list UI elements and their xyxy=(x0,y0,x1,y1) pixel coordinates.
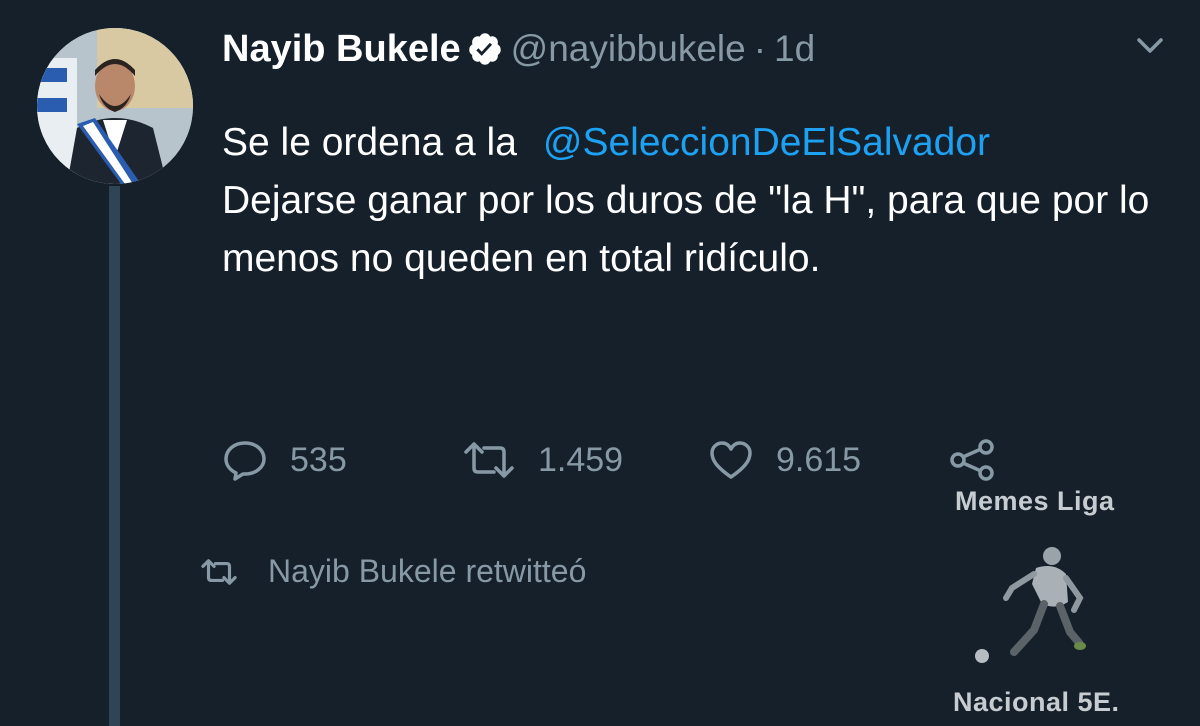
like-icon xyxy=(710,441,752,479)
tweet-header: Nayib Bukele @nayibbukele · 1d xyxy=(222,24,815,74)
avatar[interactable] xyxy=(37,28,193,184)
watermark-top-text: Memes Liga xyxy=(955,486,1115,516)
retweet-icon xyxy=(201,558,237,585)
watermark-bottom-text: Nacional 5E. xyxy=(953,687,1120,717)
retweet-icon xyxy=(464,442,514,478)
retweet-notice-label[interactable]: Nayib Bukele retwitteó xyxy=(268,553,586,590)
verified-badge-icon xyxy=(467,31,503,67)
thread-line xyxy=(109,186,120,726)
reply-button[interactable]: 535 xyxy=(222,436,347,484)
soccer-player-figure xyxy=(970,540,1095,670)
chevron-down-icon[interactable] xyxy=(1135,36,1165,56)
tweet-text: Se le ordena a la @SeleccionDeElSalvador … xyxy=(222,114,1182,288)
retweet-button[interactable]: 1.459 xyxy=(462,436,623,484)
tweet-text-line1: Se le ordena a la @SeleccionDeElSalvador xyxy=(222,114,1182,172)
reply-count: 535 xyxy=(290,440,347,479)
reply-icon xyxy=(224,441,266,481)
avatar-image xyxy=(37,28,193,184)
like-button[interactable]: 9.615 xyxy=(708,436,861,484)
author-name[interactable]: Nayib Bukele xyxy=(222,28,461,71)
share-button[interactable] xyxy=(948,436,998,484)
share-icon xyxy=(950,439,994,481)
retweet-notice: Nayib Bukele retwitteó xyxy=(200,553,586,590)
tweet-text-prefix: Se le ordena a la xyxy=(222,121,517,164)
mention-link[interactable]: @SeleccionDeElSalvador xyxy=(543,121,990,164)
time-separator: · xyxy=(753,28,767,69)
tweet-text-body: Dejarse ganar por los duros de "la H", p… xyxy=(222,179,1150,280)
like-count: 9.615 xyxy=(776,440,862,479)
tweet-timestamp[interactable]: 1d xyxy=(774,28,815,70)
author-handle[interactable]: @nayibbukele xyxy=(511,28,746,70)
retweet-count: 1.459 xyxy=(538,440,624,479)
